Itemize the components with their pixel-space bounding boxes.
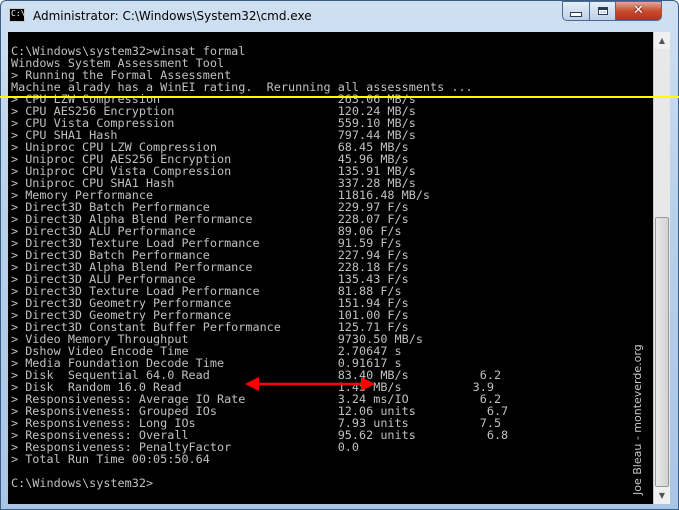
maximize-icon	[597, 7, 608, 15]
window-title: Administrator: C:\Windows\System32\cmd.e…	[33, 9, 312, 23]
close-button[interactable]: ✕	[615, 1, 662, 21]
console-line: > Total Run Time 00:05:50.64	[11, 452, 210, 466]
maximize-button[interactable]	[589, 1, 616, 21]
scrollbar-thumb[interactable]	[655, 217, 669, 487]
close-icon: ✕	[633, 3, 644, 18]
console-output[interactable]: C:\Windows\system32>winsat formal Windows…	[8, 32, 653, 504]
console-line: C:\Windows\system32>	[11, 476, 154, 490]
double-arrow-icon	[245, 377, 375, 391]
minimize-icon	[570, 11, 582, 17]
watermark-text: Joe Bleau - monteverde.org	[631, 344, 644, 495]
scroll-up-icon: ▲	[658, 36, 666, 45]
scroll-down-button[interactable]: ▼	[654, 487, 670, 504]
scroll-down-icon: ▼	[658, 491, 666, 500]
scroll-up-button[interactable]: ▲	[654, 32, 670, 49]
highlight-line	[0, 96, 679, 98]
console-lines: C:\Windows\system32>winsat formal Windows…	[11, 45, 508, 489]
cmd-app-icon[interactable]: C:\	[9, 8, 25, 22]
minimize-button[interactable]	[562, 1, 590, 21]
title-bar[interactable]: C:\ Administrator: C:\Windows\System32\c…	[1, 1, 678, 31]
cmd-window: C:\ Administrator: C:\Windows\System32\c…	[0, 0, 679, 510]
vertical-scrollbar[interactable]: ▲ ▼	[653, 32, 670, 504]
